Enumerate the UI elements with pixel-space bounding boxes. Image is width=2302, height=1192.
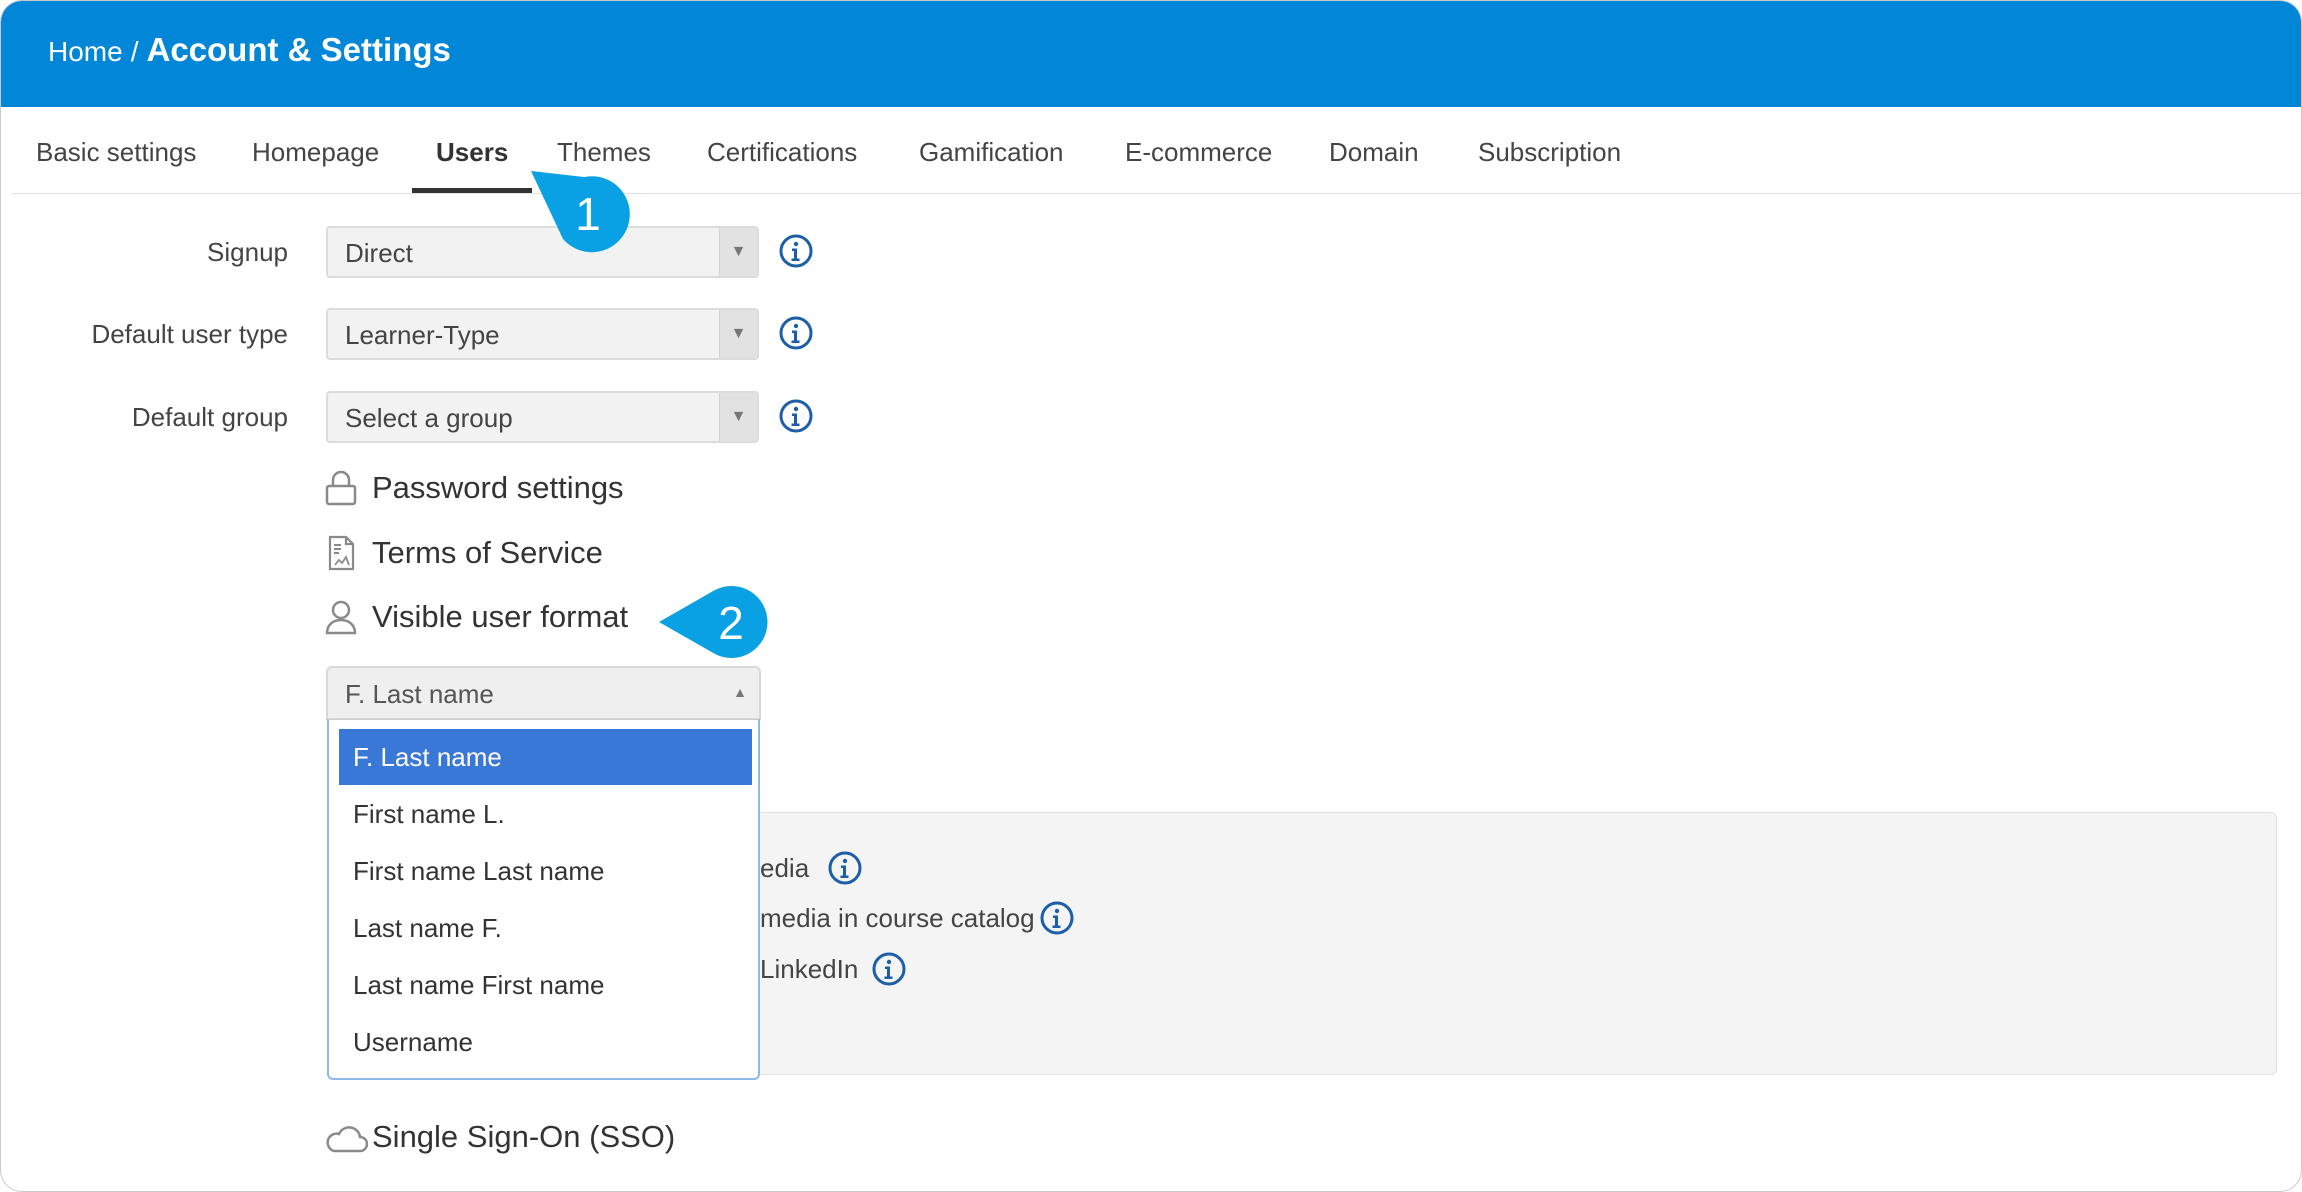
option-last-name-f[interactable]: Last name F. — [339, 900, 752, 956]
sso-section[interactable]: Single Sign-On (SSO) — [324, 1119, 675, 1155]
callout-badge-2: 2 — [659, 586, 768, 658]
panel-option-text: LinkedIn — [760, 954, 859, 984]
callout-number: 2 — [718, 597, 744, 649]
default-group-select[interactable]: Select a group ▼ — [326, 391, 759, 443]
default-user-type-select[interactable]: Learner-Type ▼ — [326, 308, 759, 360]
info-circle-icon[interactable] — [871, 951, 907, 987]
tab-homepage[interactable]: Homepage — [252, 137, 379, 168]
password-settings-section[interactable]: Password settings — [324, 470, 624, 506]
tab-subscription[interactable]: Subscription — [1478, 137, 1621, 168]
app-window: Home / Account & Settings Basic settings… — [0, 0, 2302, 1192]
user-icon — [325, 600, 357, 635]
option-label: First name L. — [353, 799, 505, 829]
default-user-type-label: Default user type — [91, 319, 288, 349]
active-tab-indicator — [412, 188, 532, 193]
page-title: Account & Settings — [146, 31, 451, 68]
option-username[interactable]: Username — [339, 1014, 752, 1070]
info-circle-icon[interactable] — [827, 850, 863, 886]
settings-tabs: Basic settings Homepage Users Themes Cer… — [11, 107, 2301, 194]
option-label: Last name F. — [353, 913, 502, 943]
tab-domain[interactable]: Domain — [1329, 137, 1419, 168]
caret-down-icon: ▼ — [719, 228, 757, 276]
caret-down-icon: ▼ — [719, 393, 757, 441]
visible-user-format-title: Visible user format — [372, 599, 629, 634]
option-label: First name Last name — [353, 856, 605, 886]
caret-up-icon: ▲ — [733, 684, 747, 700]
terms-of-service-title: Terms of Service — [372, 535, 603, 570]
option-first-name-l[interactable]: First name L. — [339, 786, 752, 842]
tab-certifications[interactable]: Certifications — [707, 137, 857, 168]
default-group-label: Default group — [131, 402, 288, 432]
breadcrumb-separator: / — [130, 36, 139, 67]
callout-number: 1 — [575, 188, 601, 240]
panel-option-text: edia — [760, 853, 810, 883]
callout-badge-1: 1 — [531, 171, 630, 253]
option-label: F. Last name — [353, 742, 502, 772]
visible-user-format-options: F. Last name First name L. First name La… — [327, 719, 760, 1080]
panel-option-text: media in course catalog — [760, 903, 1035, 933]
terms-of-service-section[interactable]: Terms of Service — [324, 535, 603, 571]
tab-basic-settings[interactable]: Basic settings — [36, 137, 196, 168]
signup-label: Signup — [207, 237, 288, 267]
cloud-icon — [326, 1126, 368, 1153]
tab-themes[interactable]: Themes — [557, 137, 651, 168]
option-first-name-last-name[interactable]: First name Last name — [339, 843, 752, 899]
info-circle-icon[interactable] — [778, 233, 814, 269]
tab-e-commerce[interactable]: E-commerce — [1125, 137, 1272, 168]
tab-gamification[interactable]: Gamification — [919, 137, 1064, 168]
info-circle-icon[interactable] — [778, 398, 814, 434]
visible-user-format-select[interactable]: F. Last name ▲ — [326, 666, 761, 720]
info-circle-icon[interactable] — [1039, 900, 1075, 936]
document-icon — [328, 535, 355, 571]
option-label: Last name First name — [353, 970, 605, 1000]
sso-title: Single Sign-On (SSO) — [372, 1119, 676, 1154]
header-bar: Home / Account & Settings — [1, 1, 2301, 107]
info-circle-icon[interactable] — [778, 315, 814, 351]
options-panel — [759, 812, 2277, 1075]
signup-select-value: Direct — [345, 238, 413, 268]
default-group-value: Select a group — [345, 403, 513, 433]
option-f-last-name[interactable]: F. Last name — [339, 729, 752, 785]
lock-icon — [325, 470, 357, 506]
option-last-name-first-name[interactable]: Last name First name — [339, 957, 752, 1013]
visible-user-format-value: F. Last name — [345, 679, 494, 709]
breadcrumb: Home / Account & Settings — [48, 31, 451, 69]
default-user-type-value: Learner-Type — [345, 320, 500, 350]
option-label: Username — [353, 1027, 473, 1057]
visible-user-format-section[interactable]: Visible user format — [324, 599, 628, 635]
password-settings-title: Password settings — [372, 470, 624, 505]
tab-users[interactable]: Users — [436, 137, 508, 168]
caret-down-icon: ▼ — [719, 310, 757, 358]
breadcrumb-home[interactable]: Home — [48, 36, 123, 68]
